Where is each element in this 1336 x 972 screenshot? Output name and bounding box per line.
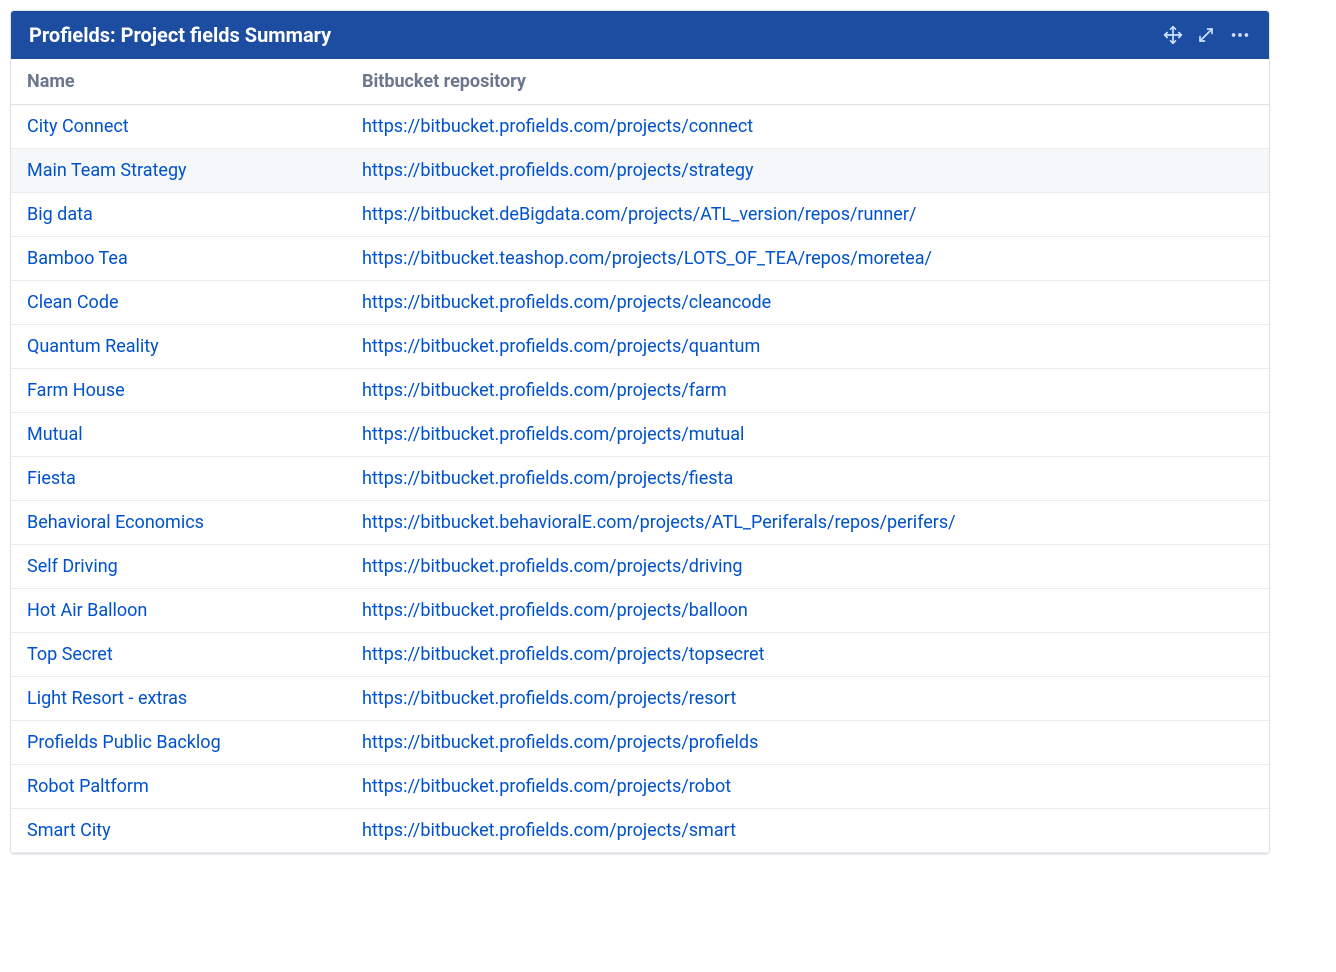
project-link[interactable]: Smart City [27, 820, 111, 841]
column-header-name[interactable]: Name [11, 59, 346, 105]
project-link[interactable]: Big data [27, 204, 93, 225]
cell-name: Quantum Reality [11, 325, 346, 369]
repo-link[interactable]: https://bitbucket.profields.com/projects… [362, 556, 743, 577]
repo-link[interactable]: https://bitbucket.profields.com/projects… [362, 644, 764, 665]
table-row: Hot Air Balloon https://bitbucket.profiel… [11, 589, 1269, 633]
cell-repo: https://bitbucket.profields.com/projects… [346, 457, 1269, 501]
repo-link[interactable]: https://bitbucket.profields.com/projects… [362, 116, 753, 137]
cell-repo: https://bitbucket.profields.com/projects… [346, 545, 1269, 589]
project-link[interactable]: Profields Public Backlog [27, 732, 221, 753]
cell-name: Clean Code [11, 281, 346, 325]
table-row: Robot Paltform https://bitbucket.profield… [11, 765, 1269, 809]
repo-link[interactable]: https://bitbucket.profields.com/projects… [362, 820, 736, 841]
repo-link[interactable]: https://bitbucket.profields.com/projects… [362, 732, 758, 753]
project-link[interactable]: City Connect [27, 116, 129, 137]
cell-repo: https://bitbucket.profields.com/projects… [346, 105, 1269, 149]
table-row: Self Driving https://bitbucket.profields.… [11, 545, 1269, 589]
cell-name: Fiesta [11, 457, 346, 501]
more-icon[interactable] [1229, 24, 1251, 46]
table-row: Fiesta https://bitbucket.profields.com/pr… [11, 457, 1269, 501]
cell-repo: https://bitbucket.profields.com/projects… [346, 325, 1269, 369]
cell-repo: https://bitbucket.profields.com/projects… [346, 413, 1269, 457]
cell-repo: https://bitbucket.profields.com/projects… [346, 721, 1269, 765]
table-row: Main Team Strategy https://bitbucket.prof… [11, 149, 1269, 193]
gadget-title: Profields: Project fields Summary [29, 23, 331, 47]
table-row: Farm House https://bitbucket.profields.co… [11, 369, 1269, 413]
cell-repo: https://bitbucket.profields.com/projects… [346, 633, 1269, 677]
project-link[interactable]: Mutual [27, 424, 83, 445]
project-link[interactable]: Quantum Reality [27, 336, 159, 357]
table-row: Clean Code https://bitbucket.profields.co… [11, 281, 1269, 325]
cell-name: Top Secret [11, 633, 346, 677]
project-link[interactable]: Self Driving [27, 556, 118, 577]
table-row: Light Resort - extras https://bitbucket.p… [11, 677, 1269, 721]
project-link[interactable]: Fiesta [27, 468, 76, 489]
projects-table: Name Bitbucket repository City Connect ht… [11, 59, 1269, 853]
table-row: Behavioral Economics https://bitbucket.be… [11, 501, 1269, 545]
table-row: Big data https://bitbucket.deBigdata.com/… [11, 193, 1269, 237]
gadget-header: Profields: Project fields Summary [11, 11, 1269, 59]
repo-link[interactable]: https://bitbucket.profields.com/projects… [362, 380, 727, 401]
cell-name: Bamboo Tea [11, 237, 346, 281]
cell-name: Robot Paltform [11, 765, 346, 809]
gadget-actions [1163, 24, 1251, 46]
project-link[interactable]: Farm House [27, 380, 125, 401]
repo-link[interactable]: https://bitbucket.profields.com/projects… [362, 424, 744, 445]
cell-repo: https://bitbucket.profields.com/projects… [346, 809, 1269, 853]
cell-repo: https://bitbucket.profields.com/projects… [346, 369, 1269, 413]
repo-link[interactable]: https://bitbucket.profields.com/projects… [362, 468, 733, 489]
cell-repo: https://bitbucket.profields.com/projects… [346, 677, 1269, 721]
repo-link[interactable]: https://bitbucket.profields.com/projects… [362, 292, 771, 313]
table-header-row: Name Bitbucket repository [11, 59, 1269, 105]
project-link[interactable]: Clean Code [27, 292, 119, 313]
cell-name: Behavioral Economics [11, 501, 346, 545]
table-row: Smart City https://bitbucket.profields.co… [11, 809, 1269, 853]
move-icon[interactable] [1163, 25, 1183, 45]
repo-link[interactable]: https://bitbucket.profields.com/projects… [362, 688, 736, 709]
repo-link[interactable]: https://bitbucket.profields.com/projects… [362, 336, 760, 357]
cell-name: Farm House [11, 369, 346, 413]
table-row: Top Secret https://bitbucket.profields.co… [11, 633, 1269, 677]
project-link[interactable]: Top Secret [27, 644, 113, 665]
project-link[interactable]: Hot Air Balloon [27, 600, 147, 621]
table-row: Quantum Reality https://bitbucket.profiel… [11, 325, 1269, 369]
column-header-repo[interactable]: Bitbucket repository [346, 59, 1269, 105]
table-row: Bamboo Tea https://bitbucket.teashop.com/… [11, 237, 1269, 281]
cell-name: Big data [11, 193, 346, 237]
repo-link[interactable]: https://bitbucket.deBigdata.com/projects… [362, 204, 916, 225]
table-row: City Connect https://bitbucket.profields.… [11, 105, 1269, 149]
cell-name: Light Resort - extras [11, 677, 346, 721]
cell-repo: https://bitbucket.profields.com/projects… [346, 765, 1269, 809]
repo-link[interactable]: https://bitbucket.behavioralE.com/projec… [362, 512, 956, 533]
project-link[interactable]: Robot Paltform [27, 776, 149, 797]
cell-repo: https://bitbucket.behavioralE.com/projec… [346, 501, 1269, 545]
cell-name: Profields Public Backlog [11, 721, 346, 765]
cell-name: City Connect [11, 105, 346, 149]
cell-repo: https://bitbucket.profields.com/projects… [346, 589, 1269, 633]
cell-name: Main Team Strategy [11, 149, 346, 193]
cell-repo: https://bitbucket.profields.com/projects… [346, 281, 1269, 325]
cell-repo: https://bitbucket.teashop.com/projects/L… [346, 237, 1269, 281]
project-link[interactable]: Behavioral Economics [27, 512, 204, 533]
cell-repo: https://bitbucket.profields.com/projects… [346, 149, 1269, 193]
cell-repo: https://bitbucket.deBigdata.com/projects… [346, 193, 1269, 237]
cell-name: Hot Air Balloon [11, 589, 346, 633]
cell-name: Smart City [11, 809, 346, 853]
repo-link[interactable]: https://bitbucket.profields.com/projects… [362, 600, 748, 621]
repo-link[interactable]: https://bitbucket.profields.com/projects… [362, 776, 731, 797]
gadget: Profields: Project fields Summary Name B… [10, 10, 1270, 854]
cell-name: Mutual [11, 413, 346, 457]
project-link[interactable]: Main Team Strategy [27, 160, 187, 181]
cell-name: Self Driving [11, 545, 346, 589]
maximize-icon[interactable] [1197, 26, 1215, 44]
project-link[interactable]: Light Resort - extras [27, 688, 187, 709]
table-row: Mutual https://bitbucket.profields.com/pr… [11, 413, 1269, 457]
repo-link[interactable]: https://bitbucket.teashop.com/projects/L… [362, 248, 932, 269]
repo-link[interactable]: https://bitbucket.profields.com/projects… [362, 160, 754, 181]
table-row: Profields Public Backlog https://bitbucke… [11, 721, 1269, 765]
project-link[interactable]: Bamboo Tea [27, 248, 128, 269]
